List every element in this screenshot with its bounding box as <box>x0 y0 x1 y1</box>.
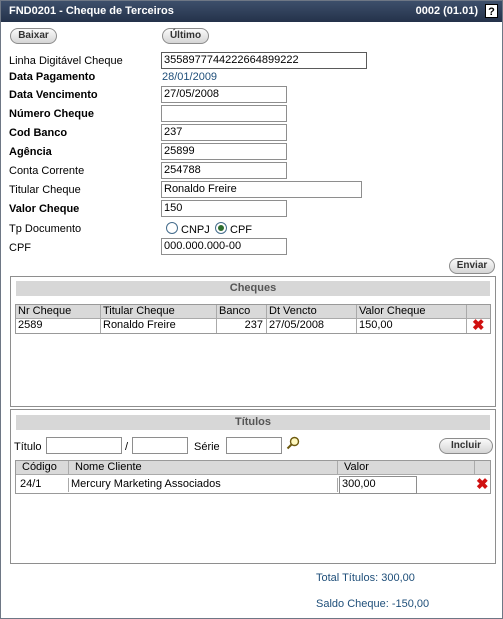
serie-label: Série <box>194 441 220 453</box>
data-vencimento-input[interactable]: 27/05/2008 <box>161 86 287 103</box>
ultimo-button[interactable]: Último <box>162 28 209 44</box>
col-valor-cheque[interactable]: Valor Cheque <box>357 305 467 319</box>
cheques-panel: Cheques Nr Cheque Titular Cheque Banco D… <box>10 276 496 407</box>
cpf-input[interactable]: 000.000.000-00 <box>161 238 287 255</box>
cell-banco: 237 <box>217 319 267 333</box>
cell-nr: 2589 <box>16 319 101 333</box>
baixar-button[interactable]: Baixar <box>10 28 57 44</box>
title-bar: FND0201 - Cheque de Terceiros 0002 (01.0… <box>1 1 502 22</box>
main-window: FND0201 - Cheque de Terceiros 0002 (01.0… <box>0 0 503 619</box>
linha-label: Linha Digitável Cheque <box>9 55 123 67</box>
cnpj-radio[interactable] <box>166 222 178 234</box>
numero-cheque-input[interactable] <box>161 105 287 122</box>
delete-icon[interactable]: ✖ <box>476 477 489 492</box>
numero-cheque-label: Número Cheque <box>9 108 94 120</box>
col-titular[interactable]: Titular Cheque <box>101 305 217 319</box>
cell-venc: 27/05/2008 <box>267 319 357 333</box>
titulos-panel: Títulos Título / Série Incluir Código No… <box>10 409 496 564</box>
titulo-input[interactable] <box>46 437 122 454</box>
cheques-header: Cheques <box>16 281 490 296</box>
valor-cheque-label: Valor Cheque <box>9 203 80 215</box>
data-pagamento-label: Data Pagamento <box>9 71 96 83</box>
conta-corrente-input[interactable]: 254788 <box>161 162 287 179</box>
titular-cheque-input[interactable]: Ronaldo Freire <box>161 181 362 198</box>
titulos-header: Títulos <box>16 415 490 430</box>
cod-banco-label: Cod Banco <box>9 127 68 139</box>
cod-banco-input[interactable]: 237 <box>161 124 287 141</box>
col-dt-vencto[interactable]: Dt Vencto <box>267 305 357 319</box>
cell-titular: Ronaldo Freire <box>101 319 217 333</box>
valor-input[interactable]: 300,00 <box>339 476 417 494</box>
cheques-grid: Nr Cheque Titular Cheque Banco Dt Vencto… <box>15 304 491 334</box>
titulos-grid: Código Nome Cliente Valor 24/1 Mercury M… <box>15 460 491 494</box>
serie-input[interactable] <box>226 437 282 454</box>
col-valor[interactable]: Valor <box>338 461 475 475</box>
col-codigo[interactable]: Código <box>16 461 69 475</box>
search-icon[interactable] <box>286 436 300 450</box>
titulo-separator: / <box>125 441 129 453</box>
col-nome-cliente[interactable]: Nome Cliente <box>69 461 338 475</box>
cpf-label: CPF <box>9 242 31 254</box>
valor-cheque-input[interactable]: 150 <box>161 200 287 217</box>
titulo-input-2[interactable] <box>132 437 188 454</box>
cpf-radio-label: CPF <box>230 224 252 236</box>
enviar-button[interactable]: Enviar <box>449 258 495 274</box>
col-nr-cheque[interactable]: Nr Cheque <box>16 305 101 319</box>
delete-icon[interactable]: ✖ <box>472 318 485 333</box>
agencia-input[interactable]: 25899 <box>161 143 287 160</box>
total-titulos: Total Títulos: 300,00 <box>316 572 415 584</box>
cpf-radio[interactable] <box>215 222 227 234</box>
col-action <box>475 461 490 475</box>
linha-digitavel-input[interactable]: 3558977744222664899222 <box>161 52 367 69</box>
col-banco[interactable]: Banco <box>217 305 267 319</box>
window-code: 0002 (01.01) <box>415 5 478 17</box>
data-vencimento-label: Data Vencimento <box>9 89 98 101</box>
window-title: FND0201 - Cheque de Terceiros <box>9 5 174 17</box>
titulo-label: Título <box>14 441 42 453</box>
help-icon[interactable]: ? <box>485 4 498 18</box>
cell-codigo: 24/1 <box>16 478 69 492</box>
tp-documento-label: Tp Documento <box>9 223 82 235</box>
data-pagamento-value: 28/01/2009 <box>162 71 218 83</box>
cnpj-radio-label: CNPJ <box>181 224 210 236</box>
cell-valor: 150,00 <box>357 319 467 333</box>
incluir-button[interactable]: Incluir <box>439 438 493 454</box>
agencia-label: Agência <box>9 146 52 158</box>
conta-corrente-label: Conta Corrente <box>9 165 85 177</box>
cell-nome: Mercury Marketing Associados <box>69 478 338 492</box>
titular-cheque-label: Titular Cheque <box>9 184 81 196</box>
saldo-cheque: Saldo Cheque: -150,00 <box>316 598 430 610</box>
